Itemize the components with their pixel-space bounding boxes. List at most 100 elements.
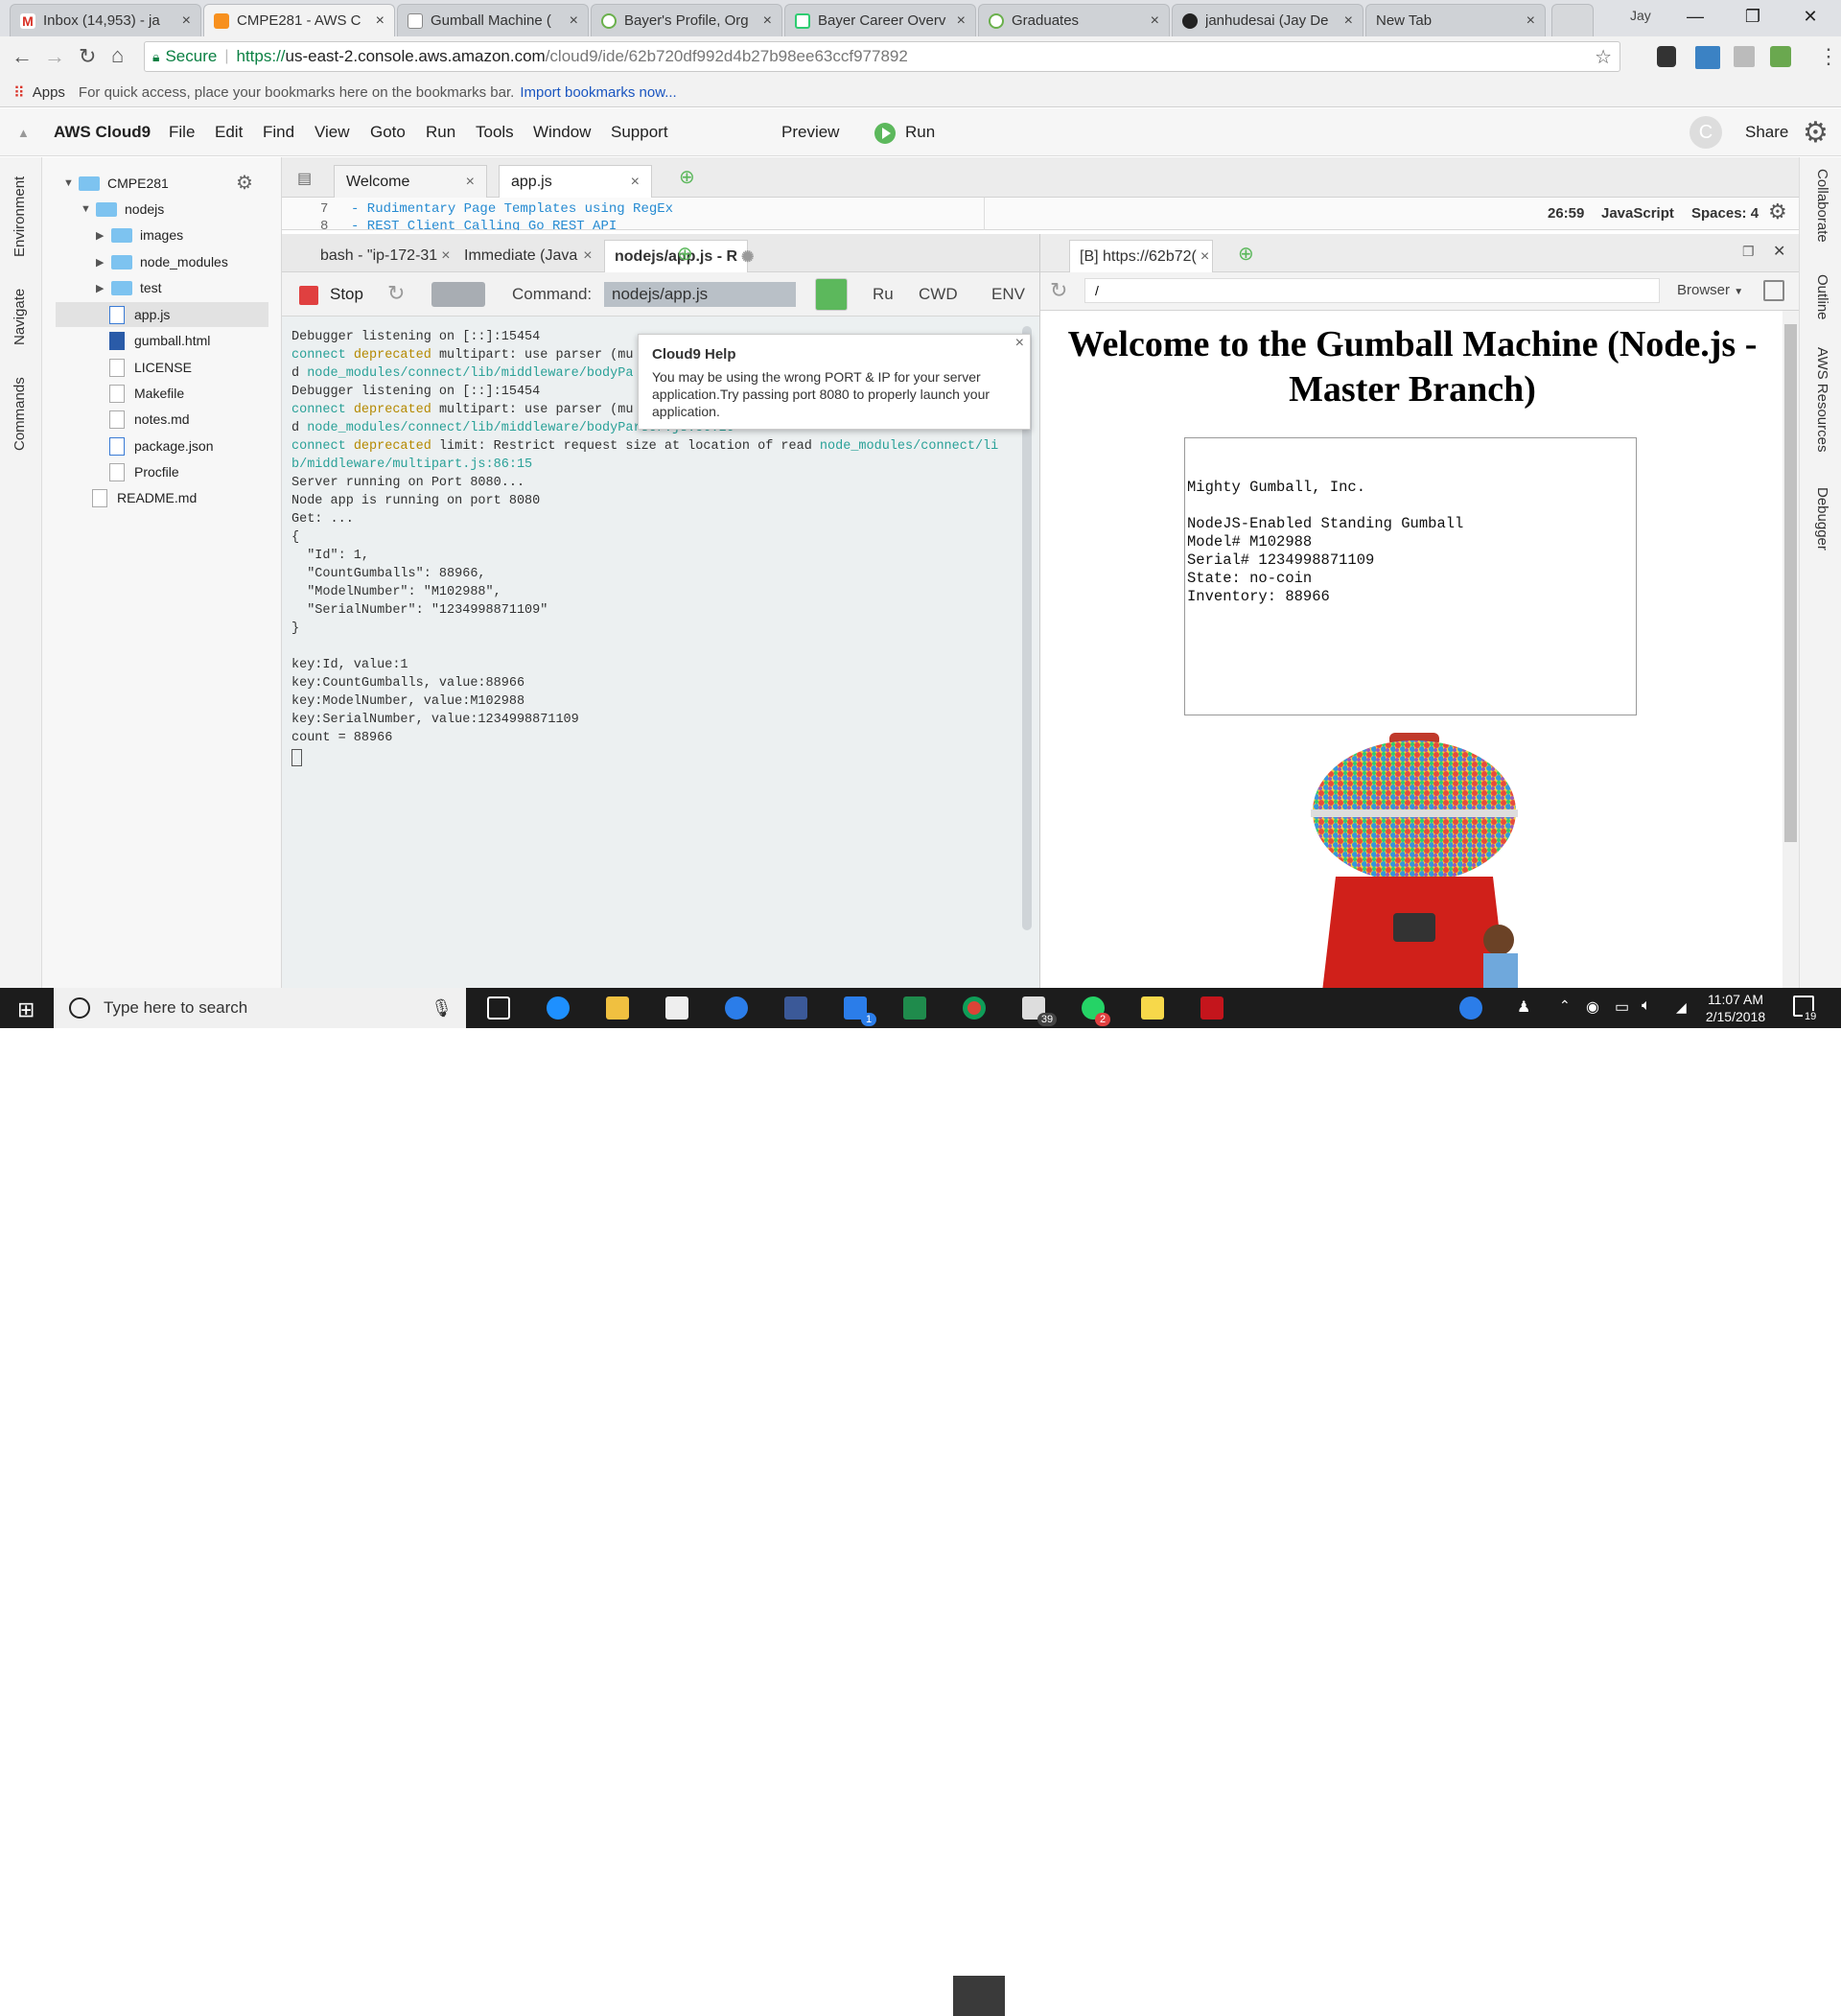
stop-button[interactable]: Stop <box>330 285 363 304</box>
gumball-textarea[interactable]: Mighty Gumball, Inc. NodeJS-Enabled Stan… <box>1184 437 1637 715</box>
menu-tools[interactable]: Tools <box>476 123 514 142</box>
menu-find[interactable]: Find <box>263 123 294 142</box>
run-button[interactable]: Run <box>905 123 935 142</box>
collapse-icon[interactable]: ▲ <box>17 126 30 140</box>
stop-icon[interactable] <box>299 286 318 305</box>
url-bar[interactable]: 🔒︎ Secure | https:// us-east-2.console.a… <box>144 41 1620 72</box>
command-input[interactable] <box>604 282 796 307</box>
browser-dropdown[interactable]: Browser ▼ <box>1677 282 1743 298</box>
scrollbar-thumb[interactable] <box>1784 324 1797 842</box>
apps-grid-icon[interactable]: ⠿ <box>13 83 25 103</box>
panel-outline[interactable]: Outline <box>1814 274 1830 320</box>
maps-icon[interactable] <box>725 996 748 1020</box>
new-tab-button[interactable] <box>1551 4 1594 36</box>
ide-brand[interactable]: AWS Cloud9 <box>54 123 151 142</box>
record-icon[interactable]: ◉ <box>1586 997 1599 1017</box>
panel-commands[interactable]: Commands <box>12 377 28 451</box>
browser-tab-github[interactable]: janhudesai (Jay De × <box>1172 4 1363 36</box>
menu-view[interactable]: View <box>315 123 350 142</box>
maximize-pane-icon[interactable]: ❐ <box>1742 244 1755 260</box>
tree-folder-test[interactable]: ▶ test <box>96 275 162 300</box>
menu-goto[interactable]: Goto <box>370 123 406 142</box>
menu-window[interactable]: Window <box>533 123 591 142</box>
task-view-icon[interactable] <box>487 996 510 1020</box>
user-avatar[interactable]: C <box>1690 116 1722 149</box>
tree-folder-nodejs[interactable]: ▼ nodejs <box>81 197 164 222</box>
battery-icon[interactable]: ▭ <box>1615 997 1629 1017</box>
edge-icon[interactable] <box>547 996 570 1020</box>
taskbar-search[interactable]: Type here to search 🎙︎ <box>54 988 466 1028</box>
browser-tab-graduates[interactable]: Graduates × <box>978 4 1170 36</box>
close-pane-icon[interactable]: ✕ <box>1773 242 1785 261</box>
import-bookmarks-link[interactable]: Import bookmarks now... <box>520 84 676 101</box>
menu-file[interactable]: File <box>169 123 195 142</box>
settings-gear-icon[interactable]: ⚙ <box>1803 116 1829 150</box>
extension-db-icon[interactable] <box>1770 46 1791 67</box>
close-icon[interactable]: × <box>570 12 578 30</box>
cursor-position[interactable]: 26:59 <box>1548 205 1584 222</box>
add-tab-icon[interactable]: ⊕ <box>1238 242 1254 266</box>
clock-date[interactable]: 2/15/2018 <box>1703 1009 1768 1024</box>
panel-environment[interactable]: Environment <box>12 176 28 257</box>
preview-button[interactable]: Preview <box>781 123 839 142</box>
debug-toggle[interactable] <box>431 282 485 307</box>
help-icon[interactable] <box>1459 996 1482 1020</box>
tree-file-package-json[interactable]: package.json <box>109 434 214 458</box>
code-line[interactable]: - REST Client Calling Go REST API <box>351 219 617 230</box>
chrome-menu-icon[interactable]: ⋮ <box>1818 44 1839 69</box>
close-icon[interactable]: × <box>1200 248 1209 266</box>
preview-url-input[interactable] <box>1084 278 1660 303</box>
editor-settings-gear-icon[interactable]: ⚙ <box>1768 199 1787 224</box>
close-icon[interactable]: × <box>466 174 475 191</box>
close-icon[interactable]: × <box>441 247 450 265</box>
menu-edit[interactable]: Edit <box>215 123 243 142</box>
browser-tab-bayer-career[interactable]: Bayer Career Overv × <box>784 4 976 36</box>
facebook-icon[interactable] <box>784 996 807 1020</box>
indent-setting[interactable]: Spaces: 4 <box>1691 205 1759 222</box>
show-hidden-icons[interactable]: ⌃ <box>1559 997 1571 1014</box>
home-icon[interactable]: ⌂ <box>111 43 124 68</box>
share-button[interactable]: Share <box>1745 123 1788 142</box>
tab-app-js[interactable]: app.js × <box>499 165 652 198</box>
tab-welcome[interactable]: Welcome × <box>334 165 487 198</box>
sticky-notes-icon[interactable] <box>1141 996 1164 1020</box>
env-button[interactable]: ENV <box>991 285 1025 304</box>
close-window-icon[interactable]: ✕ <box>1783 0 1837 33</box>
code-line[interactable]: - Rudimentary Page Templates using RegEx <box>351 201 673 217</box>
add-tab-icon[interactable]: ⊕ <box>679 165 695 189</box>
close-icon[interactable]: × <box>182 12 191 30</box>
close-icon[interactable]: × <box>957 12 966 30</box>
reload-icon[interactable]: ↻ <box>79 44 96 69</box>
language-mode[interactable]: JavaScript <box>1601 205 1674 222</box>
close-icon[interactable]: × <box>376 12 385 30</box>
tab-preview[interactable]: [B] https://62b72(× <box>1069 240 1213 272</box>
tab-immediate[interactable]: Immediate (Java × <box>454 240 598 272</box>
tree-file-app-js[interactable]: app.js <box>109 302 170 327</box>
tree-settings-gear-icon[interactable]: ⚙ <box>236 171 253 195</box>
browser-tab-gumball[interactable]: Gumball Machine (× <box>397 4 589 36</box>
close-icon[interactable]: × <box>1526 12 1535 30</box>
panel-navigate[interactable]: Navigate <box>12 289 28 345</box>
close-icon[interactable]: × <box>583 247 592 265</box>
popout-icon[interactable] <box>1763 280 1784 301</box>
debugger-bug-icon[interactable] <box>815 278 848 311</box>
preview-reload-icon[interactable]: ↻ <box>1050 278 1067 303</box>
tree-file-procfile[interactable]: Procfile <box>109 459 179 484</box>
file-explorer-icon[interactable] <box>606 996 629 1020</box>
close-icon[interactable]: × <box>763 12 772 30</box>
tree-file-notes-md[interactable]: notes.md <box>109 407 190 432</box>
wifi-icon[interactable]: ◢ <box>1676 999 1687 1016</box>
tree-file-makefile[interactable]: Makefile <box>109 381 184 406</box>
close-icon[interactable]: × <box>1015 335 1024 352</box>
tree-file-readme[interactable]: README.md <box>92 485 197 510</box>
browser-tab-bayer-profile[interactable]: Bayer's Profile, Org × <box>591 4 782 36</box>
microphone-icon[interactable]: 🎙︎ <box>431 998 453 1019</box>
store-icon[interactable] <box>665 996 688 1020</box>
tree-file-gumball-html[interactable]: gumball.html <box>109 328 210 353</box>
extension-calendar-icon[interactable] <box>1695 46 1720 69</box>
tree-root[interactable]: ▼ CMPE281 <box>63 171 169 196</box>
people-icon[interactable]: ♟ <box>1517 997 1530 1017</box>
clock-time[interactable]: 11:07 AM <box>1707 992 1764 1007</box>
chrome-icon[interactable] <box>963 996 986 1020</box>
tab-node-runner[interactable]: nodejs/app.js - R ✺ <box>604 240 754 272</box>
